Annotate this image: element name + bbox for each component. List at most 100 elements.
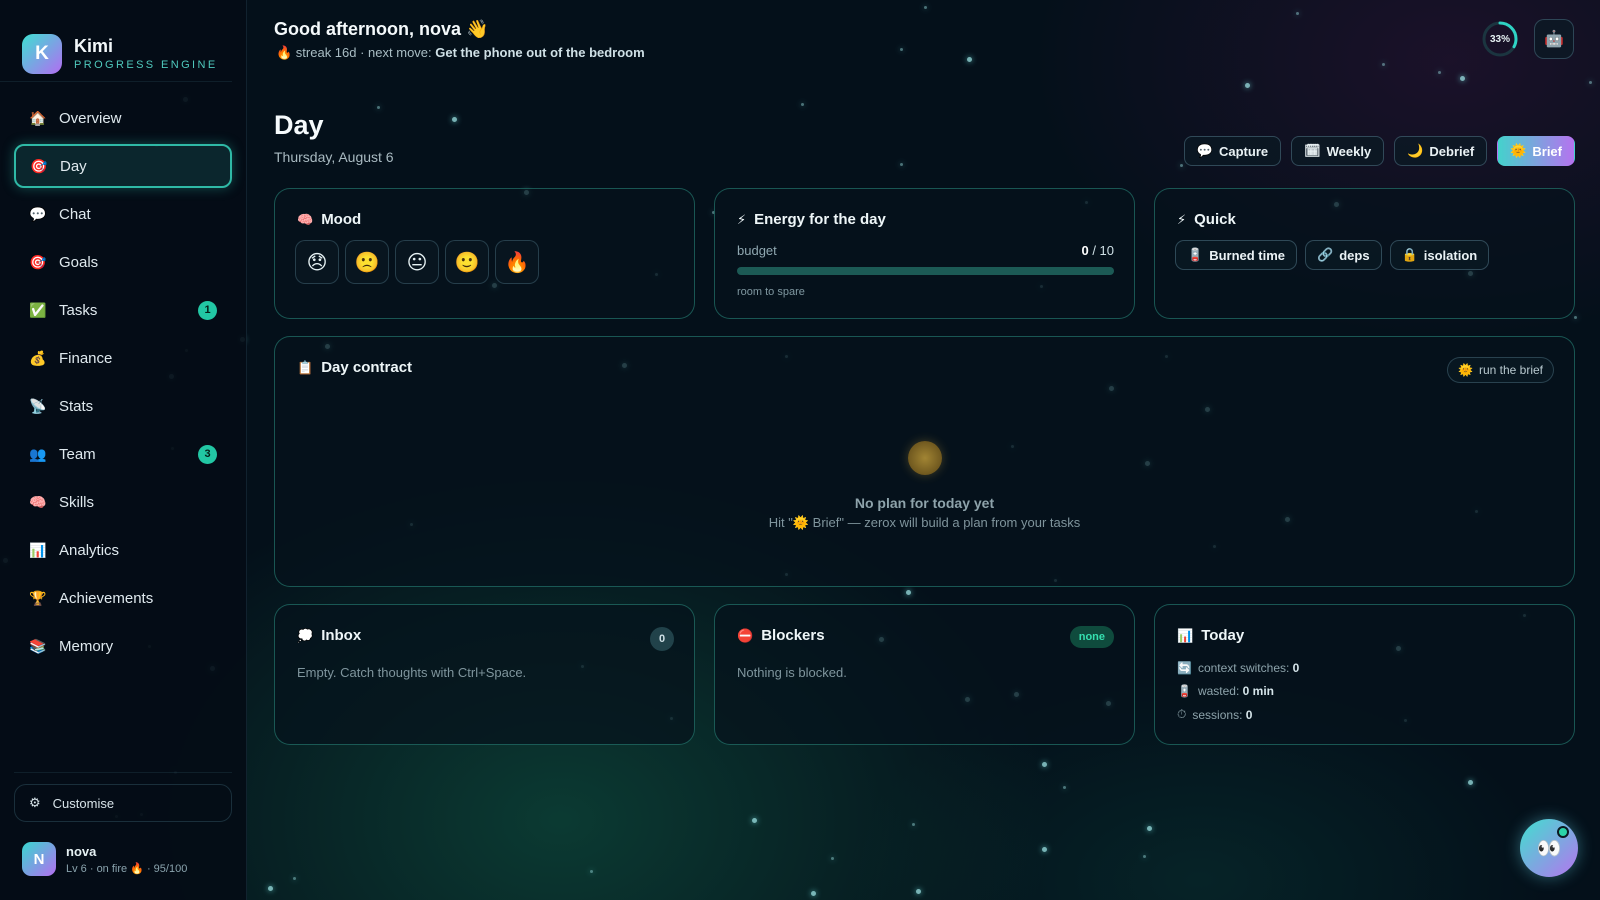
chip-icon: 🔗 bbox=[1317, 247, 1334, 262]
moon-icon: 🌙 bbox=[1407, 143, 1424, 158]
sidebar-item-memory[interactable]: 📚 Memory bbox=[14, 624, 232, 668]
stat-value: 0 bbox=[1292, 661, 1300, 675]
assistant-button[interactable]: 🤖 bbox=[1534, 19, 1574, 59]
eyes-icon: 👀 bbox=[1536, 837, 1562, 860]
lightning-icon: ⚡ bbox=[737, 211, 747, 227]
user-profile[interactable]: N nova Lv 6 · on fire 🔥 · 95/100 bbox=[22, 842, 187, 876]
sidebar-item-goals[interactable]: 🎯 Goals bbox=[14, 240, 232, 284]
budget-total: / 10 bbox=[1092, 243, 1114, 258]
weekly-button[interactable]: 🗓 Weekly bbox=[1291, 136, 1385, 166]
mood-option-2[interactable]: 🙁 bbox=[345, 240, 389, 284]
sidebar: K Kimi PROGRESS ENGINE 🏠 Overview 🎯 Day 💬 Cha… bbox=[0, 0, 247, 900]
brand[interactable]: K Kimi PROGRESS ENGINE bbox=[0, 0, 232, 82]
brand-subtitle: PROGRESS ENGINE bbox=[74, 59, 218, 71]
sidebar-item-skills[interactable]: 🧠 Skills bbox=[14, 480, 232, 524]
sidebar-item-tasks[interactable]: ✅ Tasks 1 bbox=[14, 288, 232, 332]
sidebar-item-analytics[interactable]: 📊 Analytics bbox=[14, 528, 232, 572]
sidebar-item-label: Goals bbox=[59, 253, 99, 271]
stat-text: context switches: 0 bbox=[1198, 661, 1299, 675]
energy-bar[interactable] bbox=[737, 267, 1114, 275]
inbox-title-text: Inbox bbox=[321, 627, 362, 644]
bar-chart-icon: 📊 bbox=[1177, 627, 1194, 643]
blockers-empty-text: Nothing is blocked. bbox=[737, 665, 847, 680]
quick-chips: 🪫 Burned time 🔗 deps 🔒 isolation bbox=[1175, 240, 1490, 270]
brand-name: Kimi bbox=[74, 36, 114, 56]
mood-option-3[interactable]: 😐 bbox=[395, 240, 439, 284]
run-brief-button[interactable]: 🌞 run the brief bbox=[1447, 357, 1554, 383]
quick-chip-isolation[interactable]: 🔒 isolation bbox=[1389, 240, 1490, 270]
stat-label: context switches: bbox=[1197, 661, 1293, 675]
mood-option-1[interactable]: 😞 bbox=[295, 240, 339, 284]
streak-text: 🔥 streak 16d · next move: bbox=[276, 45, 436, 60]
today-stat: ⏱ sessions: 0 bbox=[1177, 707, 1252, 722]
debrief-button[interactable]: 🌙 Debrief bbox=[1394, 136, 1488, 166]
team-icon: 👥 bbox=[29, 445, 47, 462]
inbox-empty-text: Empty. Catch thoughts with Ctrl+Space. bbox=[297, 665, 527, 680]
today-stat: 🔄 context switches: 0 bbox=[1177, 661, 1299, 675]
blockers-title: ⛔ Blockers bbox=[737, 627, 825, 644]
sun-icon: 🌞 bbox=[1458, 363, 1473, 377]
customise-label: Customise bbox=[52, 795, 115, 811]
action-bar: 💬 Capture 🗓 Weekly 🌙 Debrief 🌞 Brief bbox=[1183, 136, 1575, 166]
books-icon: 📚 bbox=[29, 637, 47, 654]
mood-options: 😞 🙁 😐 🙂 🔥 bbox=[295, 240, 539, 284]
lightning-icon: ⚡ bbox=[1177, 211, 1187, 227]
quick-card: ⚡ Quick 🪫 Burned time 🔗 deps 🔒 isolation bbox=[1154, 188, 1575, 319]
energy-title-text: Energy for the day bbox=[754, 211, 886, 228]
sidebar-item-overview[interactable]: 🏠 Overview bbox=[14, 96, 232, 140]
user-name: nova bbox=[66, 843, 97, 859]
sidebar-item-finance[interactable]: 💰 Finance bbox=[14, 336, 232, 380]
sidebar-item-achievements[interactable]: 🏆 Achievements bbox=[14, 576, 232, 620]
today-title-text: Today bbox=[1201, 627, 1245, 644]
blockers-status-badge: none bbox=[1069, 626, 1114, 648]
empty-sun-icon bbox=[907, 441, 942, 475]
stat-label: wasted: bbox=[1197, 684, 1243, 698]
no-entry-icon: ⛔ bbox=[737, 627, 754, 643]
bar-chart-icon: 📊 bbox=[29, 541, 47, 558]
gear-icon: ⚙ bbox=[29, 795, 41, 810]
today-stat: 🪫 wasted: 0 min bbox=[1177, 684, 1274, 698]
sidebar-item-label: Day bbox=[60, 157, 87, 175]
quick-chip-burned-time[interactable]: 🪫 Burned time bbox=[1175, 240, 1298, 270]
empty-plan-title: No plan for today yet bbox=[854, 495, 995, 511]
mood-option-4[interactable]: 🙂 bbox=[445, 240, 489, 284]
sidebar-item-chat[interactable]: 💬 Chat bbox=[14, 192, 232, 236]
calendar-icon: 🗓 bbox=[1304, 143, 1321, 158]
run-brief-label: run the brief bbox=[1478, 363, 1543, 377]
brief-button[interactable]: 🌞 Brief bbox=[1497, 136, 1575, 166]
money-bag-icon: 💰 bbox=[29, 349, 47, 366]
sidebar-item-label: Overview bbox=[59, 109, 122, 127]
stat-text: wasted: 0 min bbox=[1198, 684, 1274, 698]
mood-option-5[interactable]: 🔥 bbox=[495, 240, 539, 284]
action-label: Weekly bbox=[1326, 143, 1372, 159]
thought-bubble-icon: 💭 bbox=[297, 627, 314, 643]
stat-icon: ⏱ bbox=[1177, 707, 1187, 721]
count-badge: 1 bbox=[198, 300, 217, 320]
budget-value: 0 / 10 bbox=[1081, 243, 1114, 258]
progress-label: 33% bbox=[1489, 33, 1510, 45]
chip-icon: 🪫 bbox=[1187, 247, 1204, 262]
page-date: Thursday, August 6 bbox=[274, 149, 394, 165]
capture-button[interactable]: 💬 Capture bbox=[1183, 136, 1282, 166]
trophy-icon: 🏆 bbox=[29, 589, 47, 606]
chip-icon: 🔒 bbox=[1401, 247, 1418, 262]
mood-title-text: Mood bbox=[321, 211, 362, 228]
companion-button[interactable]: 👀 bbox=[1520, 819, 1578, 877]
greeting: Good afternoon, nova 👋 bbox=[274, 19, 489, 39]
stat-icon: 🪫 bbox=[1177, 684, 1192, 698]
sun-icon: 🌞 bbox=[1510, 143, 1527, 158]
today-title: 📊 Today bbox=[1177, 627, 1244, 644]
quick-chip-deps[interactable]: 🔗 deps bbox=[1305, 240, 1382, 270]
budget-label: budget bbox=[737, 243, 777, 258]
target-icon: 🎯 bbox=[30, 157, 48, 174]
customise-button[interactable]: ⚙ Customise bbox=[14, 784, 232, 822]
sidebar-item-label: Tasks bbox=[59, 301, 98, 319]
inbox-title: 💭 Inbox bbox=[297, 627, 361, 644]
sidebar-item-label: Finance bbox=[59, 349, 113, 367]
next-move-text: Get the phone out of the bedroom bbox=[435, 45, 645, 60]
user-meta: Lv 6 · on fire 🔥 · 95/100 bbox=[66, 862, 188, 875]
sidebar-item-stats[interactable]: 📡 Stats bbox=[14, 384, 232, 428]
sidebar-item-day[interactable]: 🎯 Day bbox=[14, 144, 232, 188]
sidebar-item-team[interactable]: 👥 Team 3 bbox=[14, 432, 232, 476]
robot-icon: 🤖 bbox=[1544, 31, 1564, 48]
